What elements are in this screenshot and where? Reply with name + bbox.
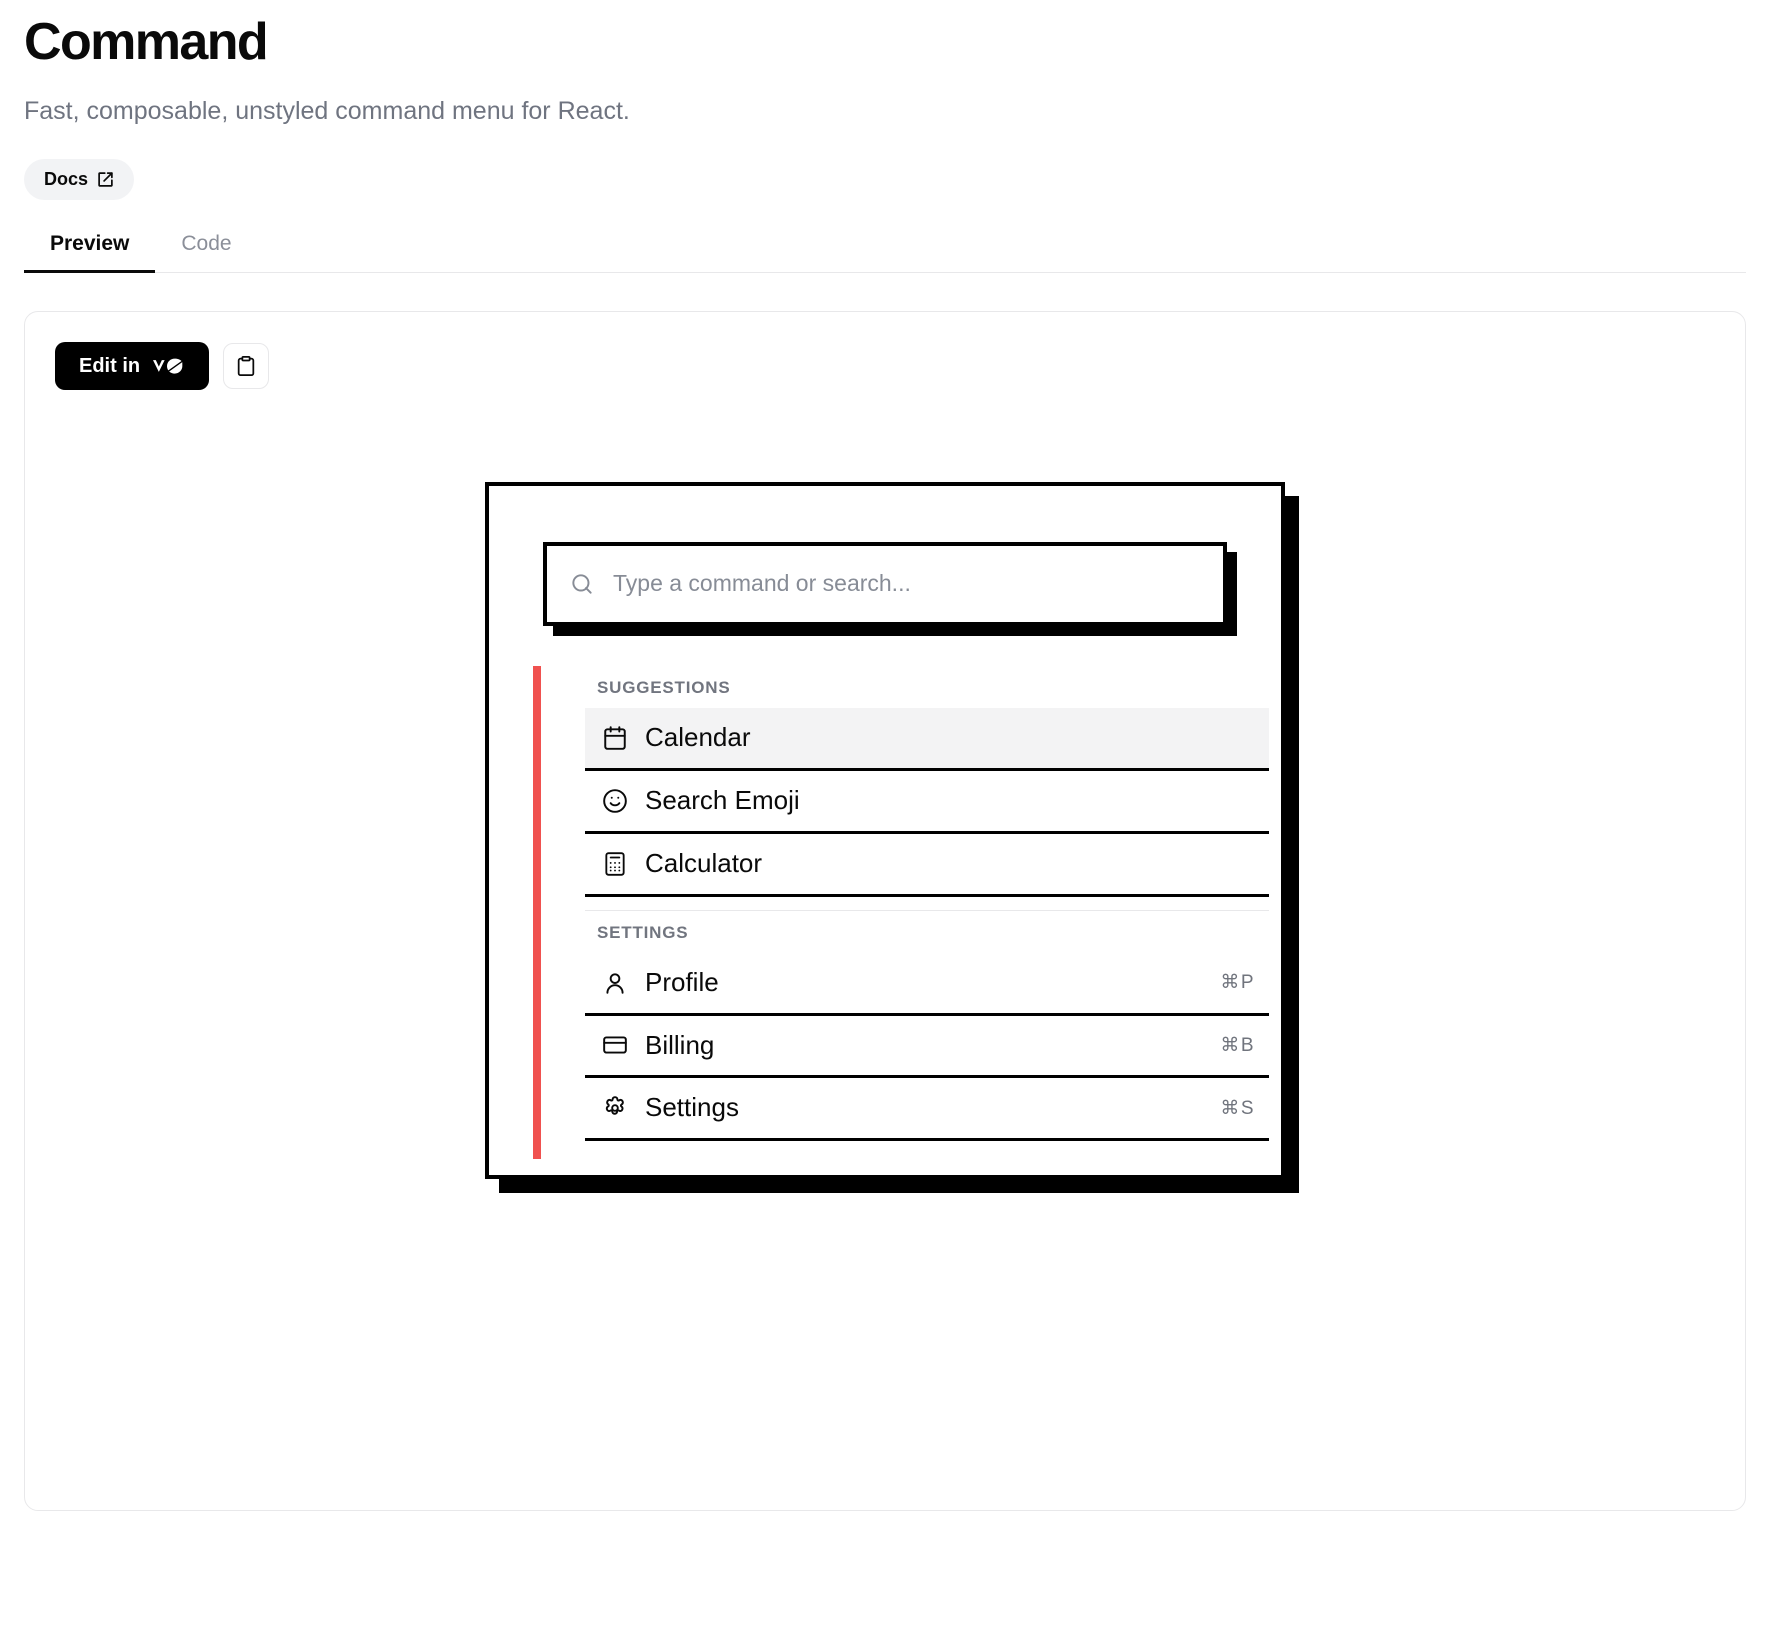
- docs-link[interactable]: Docs: [24, 158, 135, 200]
- external-link-icon: [97, 171, 114, 188]
- page-root: Command Fast, composable, unstyled comma…: [0, 13, 1770, 1511]
- docs-link-label: Docs: [44, 168, 89, 189]
- calculator-icon: [599, 851, 631, 877]
- command-item-profile[interactable]: Profile ⌘P: [585, 952, 1269, 1016]
- command-dialog: Type a command or search... SUGGESTIONS: [485, 481, 1285, 1180]
- user-icon: [599, 970, 631, 996]
- command-item-label: Search Emoji: [645, 784, 800, 815]
- command-item-label: Billing: [645, 1029, 715, 1060]
- command-item-shortcut: ⌘B: [1220, 1034, 1255, 1056]
- command-item-label: Calendar: [645, 721, 751, 752]
- copy-code-button[interactable]: [223, 342, 270, 389]
- command-dialog-wrapper: Type a command or search... SUGGESTIONS: [485, 481, 1285, 1180]
- group-heading-suggestions: SUGGESTIONS: [597, 677, 731, 697]
- gear-icon: [599, 1095, 631, 1121]
- smile-icon: [599, 788, 631, 814]
- preview-card: Edit in Type a command or search... SUGG…: [24, 310, 1746, 1511]
- page-subtitle: Fast, composable, unstyled command menu …: [24, 97, 630, 126]
- credit-card-icon: [599, 1032, 631, 1058]
- calendar-icon: [599, 725, 631, 751]
- command-input-row: Type a command or search...: [543, 541, 1227, 626]
- command-item-label: Profile: [645, 966, 719, 997]
- command-list: SUGGESTIONS Calendar Search Emoji Calcul…: [489, 666, 1281, 1142]
- search-icon: [569, 571, 595, 597]
- page-title: Command: [24, 13, 269, 71]
- command-item-billing[interactable]: Billing ⌘B: [585, 1015, 1269, 1079]
- group-heading-settings: SETTINGS: [597, 922, 689, 942]
- command-item-label: Settings: [645, 1092, 739, 1123]
- command-search-input[interactable]: Type a command or search...: [613, 570, 911, 597]
- tab-bar: Preview Code: [24, 232, 1746, 273]
- v0-logo-icon: [151, 356, 185, 376]
- command-item-calculator[interactable]: Calculator: [585, 833, 1269, 897]
- edit-in-v0-label: Edit in: [79, 354, 141, 377]
- accent-bar: [533, 665, 541, 1160]
- command-item-settings[interactable]: Settings ⌘S: [585, 1078, 1269, 1142]
- tab-preview[interactable]: Preview: [24, 232, 156, 273]
- command-item-label: Calculator: [645, 847, 763, 878]
- tab-code[interactable]: Code: [155, 232, 257, 272]
- clipboard-icon: [235, 355, 257, 377]
- command-item-calendar[interactable]: Calendar: [585, 707, 1269, 771]
- card-toolbar: Edit in: [55, 341, 1715, 390]
- badge-row: Docs: [24, 158, 1746, 200]
- command-body: SUGGESTIONS Calendar Search Emoji Calcul…: [489, 665, 1281, 1175]
- command-input-box[interactable]: Type a command or search...: [543, 541, 1227, 626]
- command-item-shortcut: ⌘P: [1220, 972, 1255, 994]
- command-item-search-emoji[interactable]: Search Emoji: [585, 770, 1269, 834]
- edit-in-v0-button[interactable]: Edit in: [55, 341, 210, 390]
- command-item-shortcut: ⌘S: [1220, 1097, 1255, 1119]
